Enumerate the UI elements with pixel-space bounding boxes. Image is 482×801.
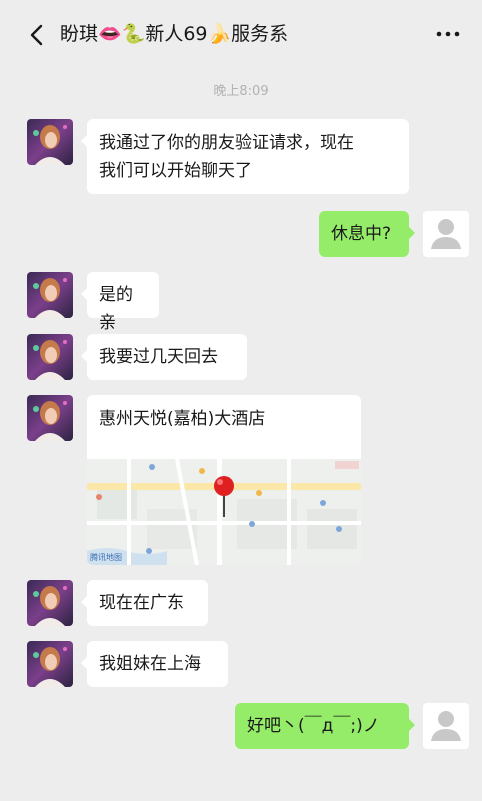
- message-bubble[interactable]: 是的亲: [81, 272, 159, 333]
- message-text: 好吧丶(￣д￣;)ノ: [247, 716, 380, 736]
- chevron-left-icon[interactable]: [22, 20, 52, 50]
- message-text-line: 我通过了你的朋友验证请求，现在: [99, 133, 354, 153]
- user-avatar[interactable]: [423, 703, 469, 749]
- message-bubble[interactable]: 我通过了你的朋友验证请求，现在 我们可以开始聊天了: [81, 119, 409, 194]
- message-bubble[interactable]: 我姐妹在上海: [81, 641, 228, 687]
- chat-header: 盼琪👄🐍新人69🍌服务系: [0, 0, 482, 68]
- message-bubble[interactable]: 好吧丶(￣д￣;)ノ: [235, 703, 415, 749]
- location-map[interactable]: 腾讯地图: [87, 458, 361, 565]
- contact-avatar[interactable]: [27, 272, 73, 318]
- message-text: 我要过几天回去: [99, 347, 218, 367]
- map-watermark: 腾讯地图: [90, 553, 122, 562]
- message-text: 我姐妹在上海: [99, 654, 201, 674]
- contact-avatar[interactable]: [27, 641, 73, 687]
- message-text: 现在在广东: [99, 593, 184, 613]
- message-text: 是的亲: [99, 285, 133, 333]
- more-dots-icon[interactable]: [434, 22, 462, 46]
- contact-avatar[interactable]: [27, 395, 73, 441]
- user-avatar[interactable]: [423, 211, 469, 257]
- contact-avatar[interactable]: [27, 334, 73, 380]
- contact-avatar[interactable]: [27, 580, 73, 626]
- message-bubble[interactable]: 休息中?: [319, 211, 415, 257]
- location-name: 惠州天悦(嘉柏)大酒店: [99, 409, 266, 429]
- contact-avatar[interactable]: [27, 119, 73, 165]
- message-text-line: 我们可以开始聊天了: [99, 161, 252, 181]
- message-bubble[interactable]: 现在在广东: [81, 580, 208, 626]
- message-bubble[interactable]: 我要过几天回去: [81, 334, 247, 380]
- message-text: 休息中?: [331, 224, 392, 244]
- chat-title: 盼琪👄🐍新人69🍌服务系: [60, 23, 289, 45]
- location-card[interactable]: 惠州天悦(嘉柏)大酒店 腾讯地图: [87, 395, 361, 565]
- message-timestamp: 晚上8:09: [213, 84, 269, 99]
